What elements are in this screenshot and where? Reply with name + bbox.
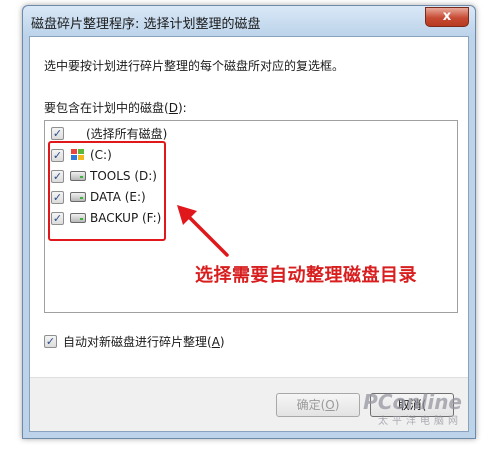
disk-f-checkbox[interactable]: ✓ xyxy=(51,211,64,225)
new-disks-option[interactable]: ✓ 自动对新磁盘进行碎片整理(A) xyxy=(44,333,225,350)
disk-e-label: DATA (E:) xyxy=(90,190,146,204)
checkmark-icon: ✓ xyxy=(45,335,56,348)
disk-d-label: TOOLS (D:) xyxy=(90,169,157,183)
watermark-brand: PConline xyxy=(363,390,462,414)
disk-item-d[interactable]: ✓ TOOLS (D:) xyxy=(51,167,157,185)
disk-c-label: (C:) xyxy=(90,148,112,162)
button-bar: 确定(O) 取消( PConline 太平洋电脑网 xyxy=(30,377,468,431)
checkmark-icon: ✓ xyxy=(52,211,63,225)
new-disks-label: 自动对新磁盘进行碎片整理(A) xyxy=(63,333,225,350)
disk-list[interactable]: ✓ (选择所有磁盘) ✓ (C:) ✓ TOOLS (D:) ✓ DATA (E… xyxy=(44,120,458,313)
select-all-item[interactable]: ✓ (选择所有磁盘) xyxy=(51,124,167,142)
disk-d-checkbox[interactable]: ✓ xyxy=(51,169,64,183)
new-disks-checkbox[interactable]: ✓ xyxy=(44,335,57,348)
select-all-checkbox[interactable]: ✓ xyxy=(51,126,64,140)
windows-drive-icon xyxy=(71,149,84,160)
disk-e-checkbox[interactable]: ✓ xyxy=(51,190,64,204)
checkmark-icon: ✓ xyxy=(52,169,63,183)
disk-f-label: BACKUP (F:) xyxy=(90,211,162,225)
drive-icon xyxy=(70,213,86,223)
watermark-sub: 太平洋电脑网 xyxy=(378,416,462,427)
select-all-label: (选择所有磁盘) xyxy=(86,126,168,141)
disks-label-suffix: ): xyxy=(177,101,187,115)
close-icon: x xyxy=(442,9,452,24)
checkmark-icon: ✓ xyxy=(52,126,63,140)
ok-key: O xyxy=(325,398,335,412)
drive-icon xyxy=(70,171,86,181)
disk-item-e[interactable]: ✓ DATA (E:) xyxy=(51,188,146,206)
ok-button[interactable]: 确定(O) xyxy=(276,393,360,417)
title-bar[interactable]: 磁盘碎片整理程序: 选择计划整理的磁盘 x xyxy=(23,6,475,36)
disks-label-prefix: 要包含在计划中的磁盘( xyxy=(44,101,169,115)
annotation-arrow-icon xyxy=(177,205,229,257)
ok-suffix: ) xyxy=(334,398,340,412)
new-disks-prefix: 自动对新磁盘进行碎片整理( xyxy=(63,335,212,349)
disk-item-c[interactable]: ✓ (C:) xyxy=(51,146,112,164)
annotation-text: 选择需要自动整理磁盘目录 xyxy=(195,265,417,286)
close-button[interactable]: x xyxy=(425,7,469,27)
disk-item-f[interactable]: ✓ BACKUP (F:) xyxy=(51,209,161,227)
checkmark-icon: ✓ xyxy=(52,148,63,162)
watermark: PConline 太平洋电脑网 xyxy=(363,392,462,427)
drive-icon xyxy=(70,192,86,202)
disks-label: 要包含在计划中的磁盘(D): xyxy=(44,99,187,116)
disks-label-key: D xyxy=(168,101,178,115)
window-title: 磁盘碎片整理程序: 选择计划整理的磁盘 xyxy=(31,17,261,32)
disk-c-checkbox[interactable]: ✓ xyxy=(51,148,64,162)
new-disks-key: A xyxy=(211,335,220,349)
checkmark-icon: ✓ xyxy=(52,190,63,204)
new-disks-suffix: ) xyxy=(219,335,225,349)
dialog-window: 磁盘碎片整理程序: 选择计划整理的磁盘 x 选中要按计划进行碎片整理的每个磁盘所… xyxy=(22,5,476,439)
description-text: 选中要按计划进行碎片整理的每个磁盘所对应的复选框。 xyxy=(44,59,345,73)
dialog-content: 选中要按计划进行碎片整理的每个磁盘所对应的复选框。 要包含在计划中的磁盘(D):… xyxy=(29,36,469,432)
ok-prefix: 确定( xyxy=(296,398,326,412)
